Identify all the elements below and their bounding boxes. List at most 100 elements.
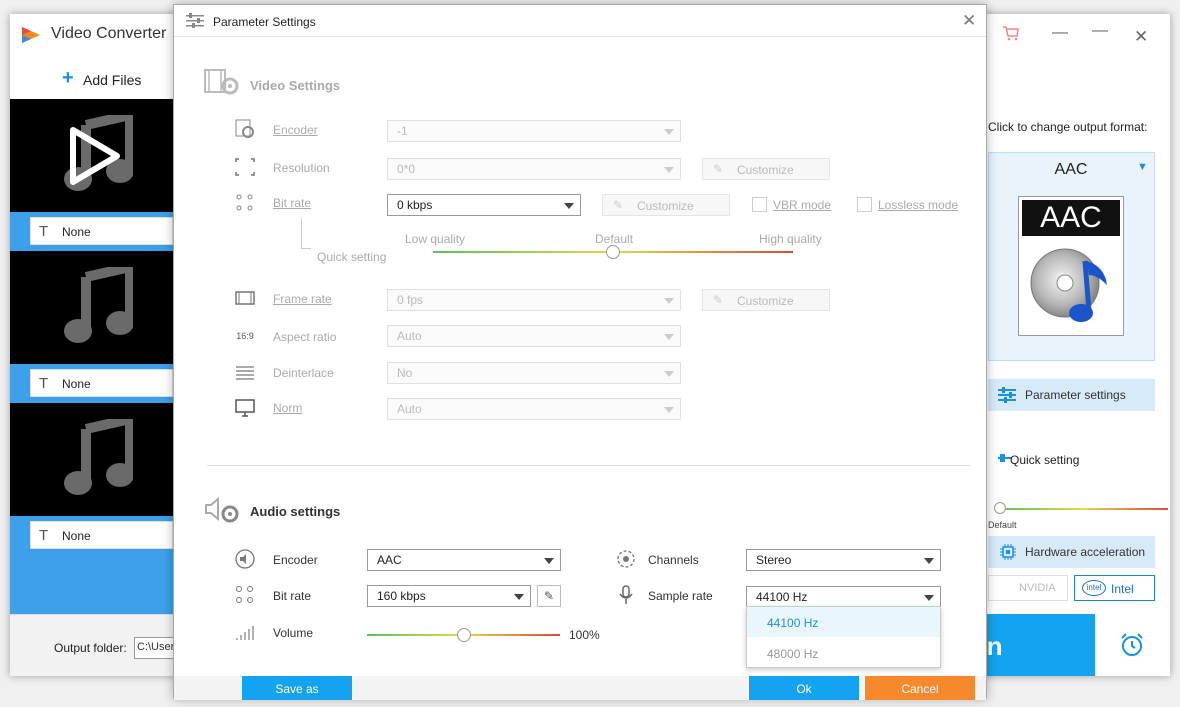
output-format-selector[interactable]: AAC ▼ AAC xyxy=(988,152,1155,361)
deinterlace-select: No xyxy=(387,362,681,384)
video-encoder-select: -1 xyxy=(387,120,681,142)
volume-knob[interactable] xyxy=(456,628,471,642)
parameter-settings-label: Parameter settings xyxy=(1025,388,1126,402)
video-settings-icon xyxy=(204,69,239,95)
sample-rate-value: 44100 Hz xyxy=(756,590,808,604)
audio-bitrate-value: 160 kbps xyxy=(377,589,426,603)
norm-select: Auto xyxy=(387,398,681,420)
minimize-button[interactable]: — xyxy=(1052,24,1068,42)
cd-music-icon xyxy=(1030,248,1107,322)
intel-button[interactable]: intel Intel xyxy=(1074,575,1155,601)
lossless-mode-checkbox xyxy=(857,197,872,212)
ok-button[interactable]: Ok xyxy=(749,676,859,700)
intel-label: Intel xyxy=(1111,582,1134,596)
dialog-footer: Save as Ok Cancel xyxy=(174,676,986,700)
hardware-acceleration-label: Hardware acceleration xyxy=(1025,545,1146,559)
aspect-ratio-label: Aspect ratio xyxy=(273,330,337,344)
channels-label: Channels xyxy=(648,553,699,567)
video-bitrate-value: 0 kbps xyxy=(397,198,433,212)
video-quick-setting-label: Quick setting xyxy=(317,250,387,264)
chevron-down-icon xyxy=(664,129,674,135)
chevron-down-icon xyxy=(664,334,674,340)
nvidia-button[interactable]: NVIDIA xyxy=(988,575,1068,601)
close-button[interactable]: ✕ xyxy=(1134,27,1148,47)
audio-settings-icon xyxy=(205,496,239,523)
audio-encoder-label: Encoder xyxy=(273,553,318,567)
chevron-down-icon xyxy=(664,167,674,173)
file-thumbnail[interactable] xyxy=(10,251,173,364)
sample-rate-option[interactable]: 44100 Hz xyxy=(747,607,940,637)
output-format-hint: Click to change output format: xyxy=(988,120,1148,134)
settings-sliders-icon xyxy=(998,387,1016,403)
file-thumbnail[interactable] xyxy=(10,403,173,516)
video-bitrate-label: Bit rate xyxy=(273,196,312,210)
pencil-icon: ✎ xyxy=(713,293,724,307)
channels-select[interactable]: Stereo xyxy=(746,549,941,571)
audio-bitrate-select[interactable]: 160 kbps xyxy=(367,585,531,607)
video-quality-knob[interactable] xyxy=(606,245,620,259)
intel-logo-icon: intel xyxy=(1082,580,1106,596)
sample-rate-label: Sample rate xyxy=(648,589,713,603)
subtitle-value: None xyxy=(62,529,91,543)
alarm-clock-icon[interactable] xyxy=(1119,632,1145,658)
quick-setting-knob[interactable] xyxy=(994,502,1006,514)
dropdown-arrow-icon[interactable]: ▼ xyxy=(1137,161,1148,173)
subtitle-value: None xyxy=(62,225,91,239)
volume-label: Volume xyxy=(273,626,314,640)
music-note-icon xyxy=(64,419,133,495)
save-as-button[interactable]: Save as xyxy=(242,676,352,700)
dialog-close-button[interactable]: ✕ xyxy=(962,11,976,31)
dialog-title: Parameter Settings xyxy=(213,15,316,29)
frame-rate-label: Frame rate xyxy=(273,292,332,306)
add-files-button[interactable]: + Add Files xyxy=(10,58,173,100)
vbr-mode-label: VBR mode xyxy=(773,198,832,212)
cart-icon[interactable] xyxy=(1002,24,1020,42)
app-title: Video Converter xyxy=(51,25,167,42)
section-divider xyxy=(207,465,970,466)
subtitle-select[interactable]: T None xyxy=(30,217,173,245)
chevron-down-icon xyxy=(924,595,934,601)
chevron-down-icon xyxy=(924,558,934,564)
pencil-icon: ✎ xyxy=(613,198,624,212)
audio-encoder-select[interactable]: AAC xyxy=(367,549,561,571)
high-quality-label: High quality xyxy=(759,232,822,246)
play-icon[interactable] xyxy=(65,124,125,188)
bitrate-customize-button: ✎ Customize xyxy=(602,194,730,216)
frame-rate-customize-button: ✎ Customize xyxy=(702,289,830,311)
hardware-acceleration-button[interactable]: Hardware acceleration xyxy=(988,536,1155,568)
sample-rate-option[interactable]: 48000 Hz xyxy=(747,638,940,668)
video-bitrate-select[interactable]: 0 kbps xyxy=(387,194,581,216)
aspect-ratio-value: Auto xyxy=(397,329,422,343)
parameter-settings-button[interactable]: Parameter settings xyxy=(988,379,1155,411)
frame-rate-icon xyxy=(235,291,255,305)
edit-bitrate-button[interactable]: ✎ xyxy=(537,585,561,607)
resolution-icon xyxy=(235,158,255,176)
file-thumbnail[interactable] xyxy=(10,99,173,212)
subtitle-value: None xyxy=(62,377,91,391)
volume-value: 100% xyxy=(569,628,600,642)
chevron-down-icon xyxy=(564,203,574,209)
resolution-value: 0*0 xyxy=(397,162,416,176)
sample-rate-select[interactable]: 44100 Hz xyxy=(746,586,941,608)
cancel-button[interactable]: Cancel xyxy=(865,676,975,700)
chevron-down-icon xyxy=(514,594,524,600)
aspect-ratio-icon: 16:9 xyxy=(236,331,254,341)
output-folder-label: Output folder: xyxy=(54,641,127,655)
deinterlace-icon xyxy=(236,366,254,380)
maximize-button[interactable]: — xyxy=(1092,22,1108,40)
plus-icon: + xyxy=(62,67,74,89)
customize-label: Customize xyxy=(737,294,794,308)
quick-setting-label: Quick setting xyxy=(1010,453,1080,467)
chevron-down-icon xyxy=(664,407,674,413)
subtitle-select[interactable]: T None xyxy=(30,521,173,549)
quick-setting-slider[interactable] xyxy=(998,508,1168,510)
quick-setting-connector xyxy=(301,218,302,248)
run-button[interactable]: Run xyxy=(952,614,1095,676)
settings-sliders-icon xyxy=(186,13,204,28)
pencil-icon: ✎ xyxy=(713,162,724,176)
volume-bars-icon xyxy=(236,626,254,640)
aac-format-icon: AAC xyxy=(1018,196,1124,336)
subtitle-select[interactable]: T None xyxy=(30,369,173,397)
text-icon: T xyxy=(39,375,49,392)
video-settings-title: Video Settings xyxy=(250,78,341,93)
